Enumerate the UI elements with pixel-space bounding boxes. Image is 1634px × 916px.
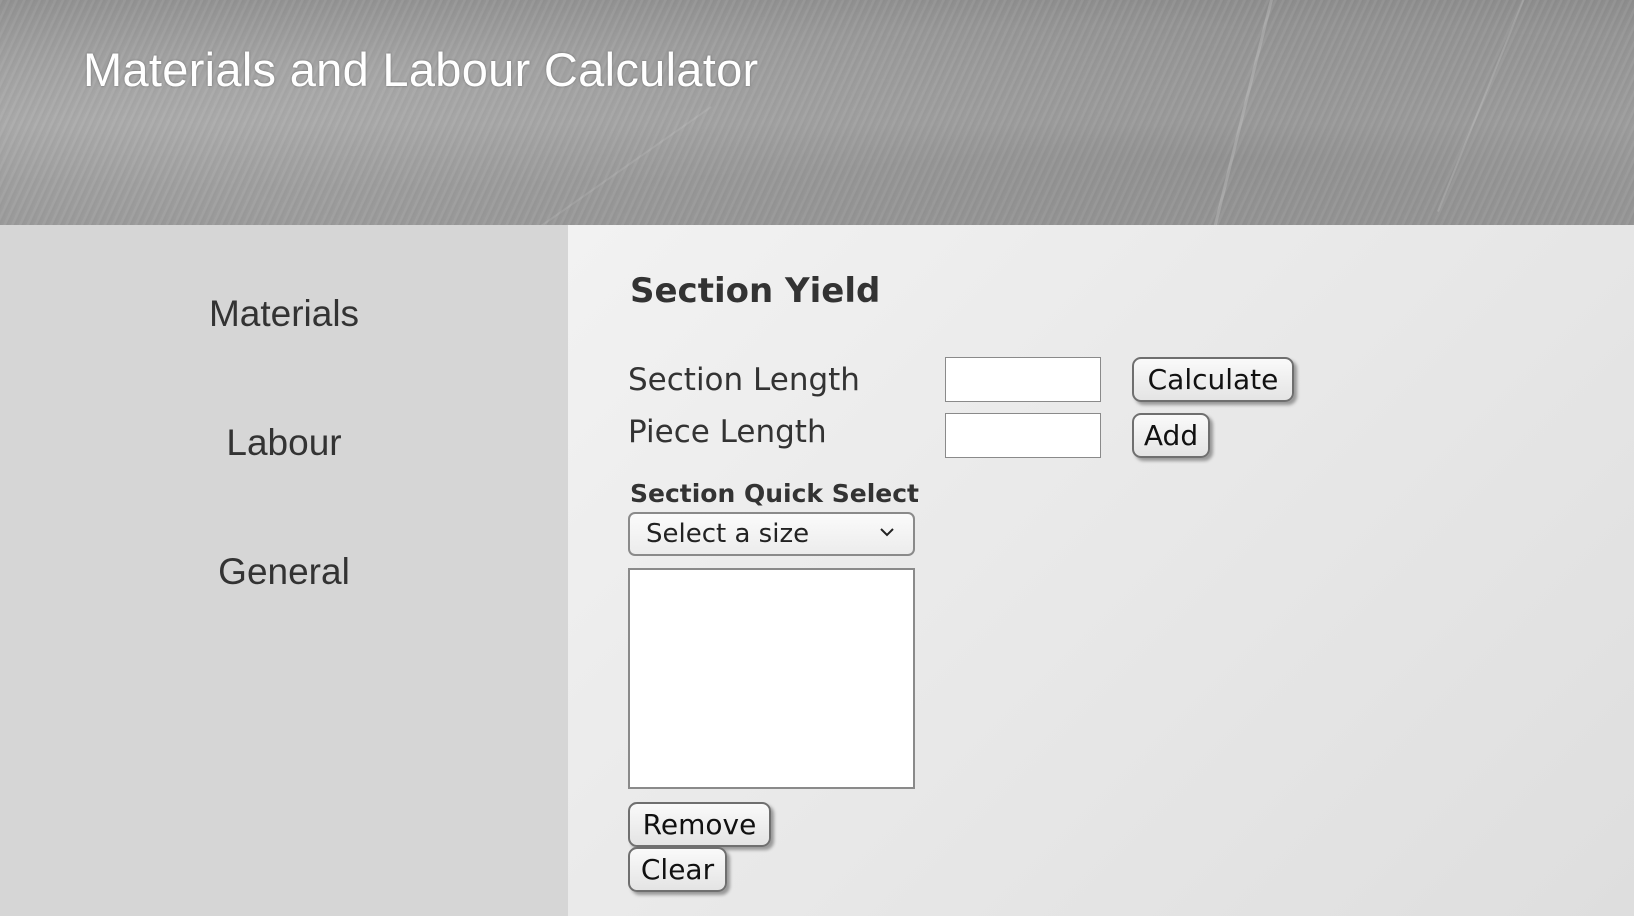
sidebar: Materials Labour General	[0, 225, 568, 916]
section-size-select-value: Select a size	[646, 519, 810, 549]
remove-button[interactable]: Remove	[628, 802, 771, 847]
banner-texture	[1206, 0, 1277, 225]
section-length-label: Section Length	[628, 362, 860, 398]
sidebar-item-materials[interactable]: Materials	[0, 293, 568, 335]
section-title: Section Yield	[630, 271, 881, 311]
piece-length-label: Piece Length	[628, 414, 827, 450]
sidebar-item-labour[interactable]: Labour	[0, 422, 568, 464]
clear-button[interactable]: Clear	[628, 847, 727, 892]
app-title: Materials and Labour Calculator	[83, 43, 759, 96]
header-banner: Materials and Labour Calculator	[0, 0, 1634, 225]
chevron-down-icon	[880, 528, 894, 537]
main-panel: Section Yield Section Length Calculate P…	[568, 225, 1634, 916]
piece-length-input[interactable]	[945, 413, 1101, 458]
section-list-box[interactable]	[628, 568, 915, 789]
section-size-select[interactable]: Select a size	[628, 512, 915, 556]
banner-texture	[530, 106, 712, 225]
add-button[interactable]: Add	[1132, 413, 1210, 458]
banner-texture	[1436, 0, 1526, 213]
section-length-input[interactable]	[945, 357, 1101, 402]
calculate-button[interactable]: Calculate	[1132, 357, 1294, 402]
sidebar-item-general[interactable]: General	[0, 551, 568, 593]
section-quick-select-label: Section Quick Select	[630, 479, 920, 508]
